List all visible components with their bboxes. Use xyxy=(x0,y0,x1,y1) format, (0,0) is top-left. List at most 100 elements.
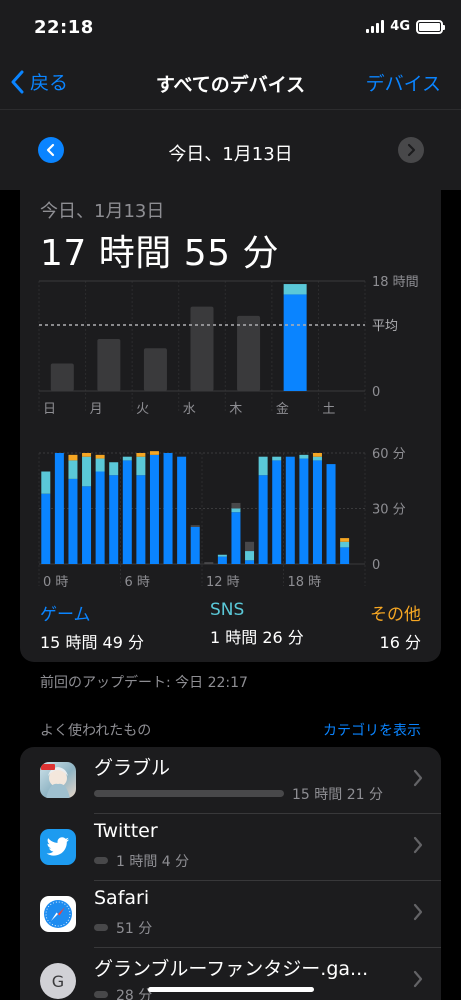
list-item[interactable]: Safari 51 分 xyxy=(20,881,441,948)
hour-bar-sns xyxy=(231,508,241,513)
legend-other: その他 16 分 xyxy=(370,600,421,653)
average-label: 平均 xyxy=(372,319,398,334)
legend-sns-value: 1 時間 26 分 xyxy=(210,628,304,647)
hour-bar-game xyxy=(95,471,105,564)
y-tick-label: 30 分 xyxy=(372,503,406,518)
legend-game-value: 15 時間 49 分 xyxy=(40,633,144,652)
hour-bar-game xyxy=(190,527,200,564)
app-usage-bar xyxy=(94,790,284,797)
hour-bar-game xyxy=(326,464,336,564)
app-time: 1 時間 4 分 xyxy=(116,854,190,870)
app-time: 51 分 xyxy=(116,921,153,937)
hour-bar-game xyxy=(272,460,282,564)
hour-bar-sns xyxy=(41,471,51,494)
next-day-button[interactable] xyxy=(398,137,424,163)
hour-bar-sns xyxy=(258,456,268,476)
hour-bar-sns xyxy=(217,554,227,557)
hour-bar-sns xyxy=(299,454,309,459)
section-title: よく使われたもの xyxy=(40,723,152,739)
app-usage-bar xyxy=(94,991,108,998)
week-bar xyxy=(237,315,261,391)
hour-bar-game xyxy=(258,475,268,564)
app-time: 28 分 xyxy=(116,988,153,1000)
week-bar xyxy=(190,306,214,391)
hour-bar-sns xyxy=(312,456,322,461)
show-categories-link[interactable]: カテゴリを表示 xyxy=(323,720,421,740)
legend-game-label: ゲーム xyxy=(40,605,91,625)
x-tick-label: 金 xyxy=(276,401,289,417)
hour-bar-game xyxy=(285,456,295,564)
legend-sns: SNS 1 時間 26 分 xyxy=(210,600,304,648)
hour-bar-game xyxy=(312,460,322,564)
hour-bar-game xyxy=(41,493,51,564)
twitter-icon xyxy=(40,829,76,865)
hour-bar-sns xyxy=(272,456,282,461)
x-tick-label: 月 xyxy=(90,402,103,417)
cellular-signal-icon xyxy=(366,20,385,33)
last-updated: 前回のアップデート: 今日 22:17 xyxy=(40,675,248,691)
navigation-bar: 戻る すべてのデバイス デバイス xyxy=(0,54,461,110)
safari-icon xyxy=(40,896,76,932)
app-name: Twitter xyxy=(94,820,158,842)
hour-bar-game xyxy=(340,547,350,564)
hour-bar-game xyxy=(149,454,159,564)
week-bar-game xyxy=(283,294,307,391)
hour-bar-game xyxy=(136,475,146,564)
hour-bar-other xyxy=(312,453,322,457)
week-bar xyxy=(143,348,167,391)
app-name: Safari xyxy=(94,887,150,909)
current-date: 今日、1月13日 xyxy=(168,144,293,165)
hour-bar-sns xyxy=(82,456,92,487)
x-tick-label: 日 xyxy=(43,402,56,417)
legend-other-value: 16 分 xyxy=(379,633,421,652)
hour-bar-game xyxy=(68,478,78,564)
hour-bar-other xyxy=(68,454,78,461)
legend-game: ゲーム 15 時間 49 分 xyxy=(40,600,144,653)
list-item[interactable]: G グランブルーファンタジー.ga... 28 分 xyxy=(20,948,441,1000)
app-time: 15 時間 21 分 xyxy=(292,787,383,803)
x-tick-label: 土 xyxy=(322,402,335,417)
y-tick-label: 18 時間 xyxy=(372,275,419,290)
hour-bar-game xyxy=(177,456,187,564)
hour-bar-sns xyxy=(122,456,132,461)
usage-summary-card: 今日、1月13日 17 時間 55 分 平均 18 時間 0 日月火水木金土 60 分3… xyxy=(20,190,441,662)
app-usage-bar xyxy=(94,857,108,864)
list-item[interactable]: グラブル 15 時間 21 分 xyxy=(20,747,441,814)
hour-bar-game xyxy=(82,486,92,564)
status-time: 22:18 xyxy=(34,17,94,38)
date-navigator: 今日、1月13日 xyxy=(0,110,461,190)
y-tick-label: 0 xyxy=(372,558,380,573)
x-tick-label: 水 xyxy=(183,402,196,417)
app-name: グラブル xyxy=(94,757,171,779)
hour-bar-unknown xyxy=(190,525,200,527)
network-type: 4G xyxy=(390,19,410,34)
x-tick-label: 火 xyxy=(136,402,149,417)
x-tick-label: 6 時 xyxy=(125,575,150,590)
hour-bar-game xyxy=(109,475,119,564)
chevron-right-icon xyxy=(413,769,423,787)
x-tick-label: 12 時 xyxy=(206,575,240,590)
generic-g-icon: G xyxy=(40,963,76,999)
chevron-right-icon xyxy=(413,836,423,854)
hour-bar-other xyxy=(136,453,146,457)
legend-other-label: その他 xyxy=(370,605,421,625)
hour-bar-unknown xyxy=(231,502,241,509)
list-item[interactable]: Twitter 1 時間 4 分 xyxy=(20,814,441,881)
hour-bar-game xyxy=(299,458,309,564)
status-icons: 4G xyxy=(366,19,445,34)
hour-bar-other xyxy=(149,451,159,455)
hour-bar-game xyxy=(122,460,132,564)
week-bar xyxy=(97,339,121,391)
hour-bar-sns xyxy=(109,462,119,476)
hour-bar-unknown xyxy=(204,562,214,564)
home-indicator xyxy=(148,987,314,992)
hour-bar-unknown xyxy=(245,541,255,552)
y-tick-label: 60 分 xyxy=(372,447,406,462)
devices-button[interactable]: デバイス xyxy=(366,69,441,96)
x-tick-label: 木 xyxy=(229,402,242,417)
app-icon-letter: G xyxy=(51,971,65,991)
hour-bar-game xyxy=(163,453,173,564)
most-used-list: グラブル 15 時間 21 分 Twitter 1 時間 4 分 Safari … xyxy=(20,747,441,1000)
hour-bar-sns xyxy=(136,456,146,476)
y-tick-label: 0 xyxy=(372,385,380,400)
